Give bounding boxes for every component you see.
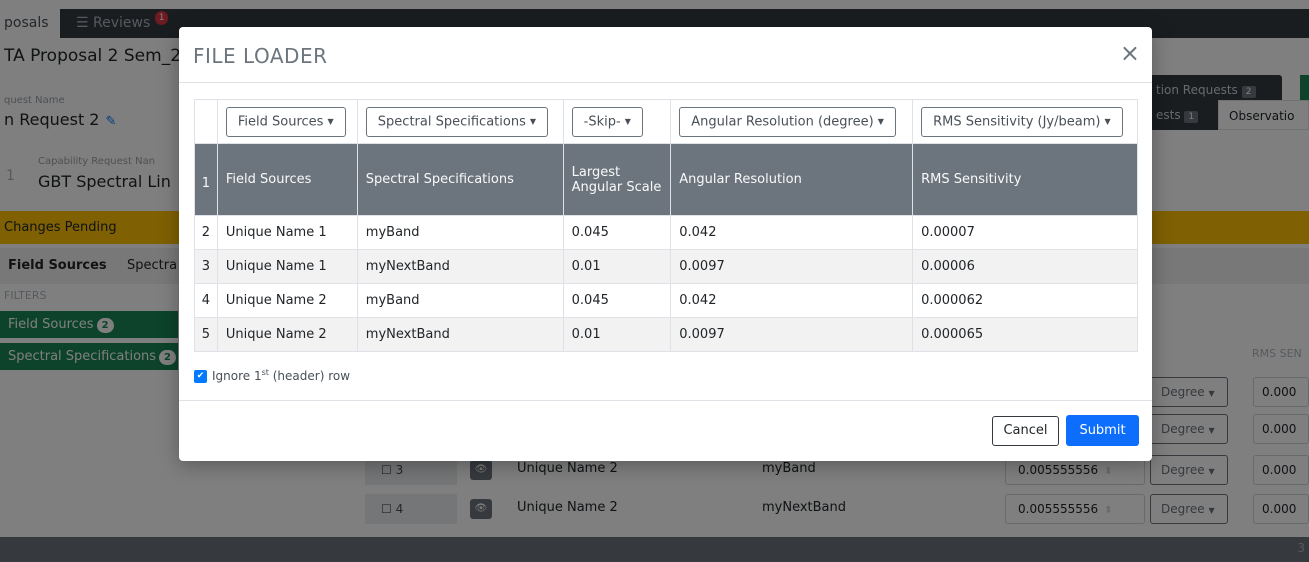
column-select-rms-sensitivity[interactable]: RMS Sensitivity (Jy/beam) ▼ — [921, 106, 1123, 137]
mapping-cell: -Skip- ▼ — [562, 99, 672, 144]
ignore-header-option[interactable]: ✔ Ignore 1st (header) row — [194, 368, 350, 383]
cancel-button[interactable]: Cancel — [992, 416, 1059, 446]
check-icon[interactable]: ✔ — [194, 370, 207, 383]
modal-header: FILE LOADER × — [179, 27, 1152, 83]
header-cell: RMS Sensitivity — [912, 143, 1138, 216]
table-cell: myNextBand — [356, 317, 564, 352]
table-cell: 0.042 — [670, 283, 914, 318]
row-index: 3 — [194, 249, 218, 284]
modal-footer: Cancel Submit — [179, 400, 1152, 461]
table-cell: Unique Name 1 — [216, 215, 358, 250]
caret-down-icon: ▼ — [327, 116, 334, 126]
table-cell: myBand — [356, 215, 564, 250]
ignore-label: Ignore 1 — [212, 369, 262, 383]
row-index: 1 — [194, 143, 218, 216]
table-row: 3 Unique Name 1 myNextBand 0.01 0.0097 0… — [194, 249, 1138, 284]
table-cell: Unique Name 2 — [216, 317, 358, 352]
table-cell: 0.0097 — [670, 249, 914, 284]
file-loader-modal: FILE LOADER × Field Sources ▼ Spectral Sp… — [179, 27, 1152, 461]
table-cell: 0.01 — [562, 317, 672, 352]
header-cell: Spectral Specifications — [356, 143, 564, 216]
mapping-cell: Field Sources ▼ — [216, 99, 358, 144]
table-cell: 0.000065 — [912, 317, 1138, 352]
header-cell: Largest Angular Scale — [562, 143, 672, 216]
table-cell: Unique Name 2 — [216, 283, 358, 318]
table-cell: 0.045 — [562, 283, 672, 318]
table-cell: 0.00007 — [912, 215, 1138, 250]
table-cell: myBand — [356, 283, 564, 318]
table-cell: 0.000062 — [912, 283, 1138, 318]
mapping-cell: Spectral Specifications ▼ — [356, 99, 564, 144]
table-cell: Unique Name 1 — [216, 249, 358, 284]
column-select-spectral-specs[interactable]: Spectral Specifications ▼ — [365, 106, 548, 137]
submit-button[interactable]: Submit — [1066, 415, 1139, 446]
file-preview-table: Field Sources ▼ Spectral Specifications ▼ … — [194, 99, 1138, 352]
column-select-angular-resolution[interactable]: Angular Resolution (degree) ▼ — [679, 106, 896, 137]
table-row: 4 Unique Name 2 myBand 0.045 0.042 0.000… — [194, 283, 1138, 318]
header-cell: Field Sources — [216, 143, 358, 216]
row-index: 4 — [194, 283, 218, 318]
header-cell: Angular Resolution — [670, 143, 914, 216]
caret-down-icon: ▼ — [877, 116, 884, 126]
empty-cell — [194, 99, 218, 144]
caret-down-icon: ▼ — [529, 116, 536, 126]
file-header-row: 1 Field Sources Spectral Specifications … — [194, 143, 1138, 216]
table-cell: 0.00006 — [912, 249, 1138, 284]
table-row: 5 Unique Name 2 myNextBand 0.01 0.0097 0… — [194, 317, 1138, 352]
row-index: 2 — [194, 215, 218, 250]
row-index: 5 — [194, 317, 218, 352]
column-select-skip[interactable]: -Skip- ▼ — [571, 106, 643, 137]
table-cell: 0.042 — [670, 215, 914, 250]
table-cell: myNextBand — [356, 249, 564, 284]
table-row: 2 Unique Name 1 myBand 0.045 0.042 0.000… — [194, 215, 1138, 250]
caret-down-icon: ▼ — [624, 116, 631, 126]
modal-title: FILE LOADER — [193, 44, 328, 68]
column-mapping-row: Field Sources ▼ Spectral Specifications ▼ … — [194, 99, 1138, 144]
mapping-cell: RMS Sensitivity (Jy/beam) ▼ — [912, 99, 1138, 144]
mapping-cell: Angular Resolution (degree) ▼ — [670, 99, 914, 144]
ignore-label-suffix: (header) row — [268, 369, 351, 383]
caret-down-icon: ▼ — [1104, 116, 1111, 126]
column-select-field-sources[interactable]: Field Sources ▼ — [225, 106, 346, 137]
table-cell: 0.01 — [562, 249, 672, 284]
ignore-label-sup: st — [261, 368, 269, 377]
table-cell: 0.045 — [562, 215, 672, 250]
table-cell: 0.0097 — [670, 317, 914, 352]
close-icon[interactable]: × — [1120, 39, 1140, 67]
